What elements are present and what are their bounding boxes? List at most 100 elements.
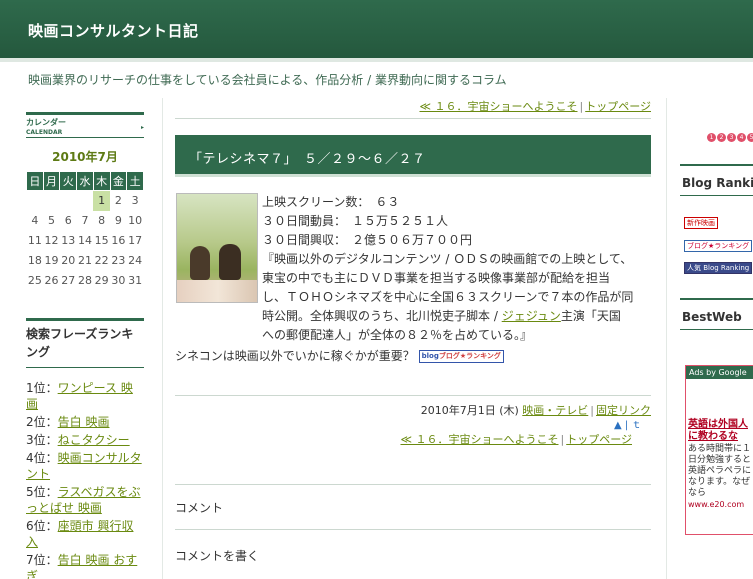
ad-url[interactable]: www.e20.com: [686, 500, 753, 509]
calendar-day[interactable]: 1: [93, 190, 111, 211]
calendar-table: 日月火水木金土 1 2 3 4 5 6 7 8 9 10 11 12 13 14 15 16 17 18 19 20 2…: [26, 171, 144, 291]
calendar-day[interactable]: 20: [60, 251, 77, 271]
ad-body: ある時間帯に１日分勉強すると英語ペラペラになります。なぜなら: [688, 444, 752, 498]
calendar-day[interactable]: 26: [43, 271, 60, 291]
calendar-day[interactable]: 12: [43, 231, 60, 251]
category-link[interactable]: 映画・テレビ: [522, 404, 588, 417]
stat-admissions: ３０日間動員： １５万５２５１人: [262, 214, 449, 228]
calendar-day[interactable]: 7: [77, 211, 94, 231]
calendar-day[interactable]: 9: [110, 211, 127, 231]
calendar-day: [77, 191, 94, 211]
calendar-month: 2010年7月: [52, 150, 118, 164]
calendar-day[interactable]: 6: [60, 211, 77, 231]
calendar-day[interactable]: 30: [110, 271, 127, 291]
calendar-week-row: 4 5 6 7 8 9 10: [27, 211, 144, 231]
nav-separator: |: [579, 100, 584, 113]
number-dot[interactable]: 5: [747, 133, 753, 142]
calendar-day[interactable]: 22: [93, 251, 110, 271]
calendar-day[interactable]: 17: [127, 231, 144, 251]
number-dot[interactable]: 3: [727, 133, 736, 142]
bestweb-heading: BestWeb: [680, 298, 753, 330]
calendar-day[interactable]: 29: [93, 271, 110, 291]
movie-poster-image[interactable]: [176, 193, 258, 303]
calendar-day[interactable]: 28: [77, 271, 94, 291]
calendar-day[interactable]: 13: [60, 231, 77, 251]
calendar-day[interactable]: 18: [27, 251, 44, 271]
body-line: し、ＴＯＨＯシネマズを中心に全国６３スクリーンで７本の作品が同: [262, 290, 634, 304]
calendar-weekday: 木: [92, 171, 111, 191]
calendar-day[interactable]: 23: [110, 251, 127, 271]
entry-nav-top: ≪ １６．宇宙ショーへようこそ | トップページ: [175, 98, 651, 119]
new-movie-badge[interactable]: 新作映画: [684, 217, 718, 229]
calendar-heading: カレンダー CALENDAR ▸: [26, 112, 144, 138]
calendar-day[interactable]: 21: [77, 251, 94, 271]
calendar-day[interactable]: 5: [43, 211, 60, 231]
calendar-week-row: 123: [27, 190, 144, 211]
calendar-day[interactable]: 3: [127, 191, 144, 211]
calendar-day[interactable]: 27: [60, 271, 77, 291]
jejung-link[interactable]: ジェジュン: [502, 309, 561, 323]
search-ranking-list: 1位：ワンピース 映画 2位：告白 映画 3位：ねこタクシー 4位：映画コンサルタント…: [26, 380, 144, 579]
calendar-day[interactable]: 4: [27, 211, 44, 231]
number-dot[interactable]: 4: [737, 133, 746, 142]
nav-separator: |: [560, 433, 565, 446]
ranking-phrase-link[interactable]: ねこタクシー: [58, 433, 130, 447]
ranking-item: 7位：告白 映画 おすぎ: [26, 552, 144, 579]
ranking-item: 6位：座頭市 興行収入: [26, 518, 144, 550]
blog-ranking-badge-right[interactable]: ブログ★ランキング: [684, 240, 753, 252]
body-line-last: への郵便配達人」が全体の８２％を占めている。』: [262, 328, 533, 342]
body-line: 時公開。全体興収のうち、北川悦吏子脚本 /: [262, 309, 502, 323]
ranking-item: 1位：ワンピース 映画: [26, 380, 144, 412]
calendar-widget: カレンダー CALENDAR ▸ 2010年7月 日月火水木金土 1234567…: [26, 112, 144, 291]
ranking-item: 5位：ラスベガスをぶっとばせ 映画: [26, 484, 144, 516]
calendar-day[interactable]: 14: [77, 231, 94, 251]
top-page-link-bottom[interactable]: トップページ: [566, 433, 632, 446]
ranking-item: 2位：告白 映画: [26, 414, 144, 430]
calendar-day[interactable]: 16: [110, 231, 127, 251]
calendar-day[interactable]: 10: [127, 211, 144, 231]
ranking-position: 5位：: [26, 485, 58, 499]
body-line-after-link: 主演「天国: [560, 309, 621, 323]
calendar-heading-ja: カレンダー: [26, 118, 66, 127]
calendar-day[interactable]: 11: [27, 231, 44, 251]
calendar-day[interactable]: 2: [110, 191, 127, 211]
ranking-position: 7位：: [26, 553, 58, 567]
calendar-weekday: 月: [42, 171, 61, 191]
calendar-day: [43, 191, 60, 211]
ad-label[interactable]: Ads by Google: [686, 366, 753, 379]
top-page-link[interactable]: トップページ: [585, 100, 651, 113]
ranking-position: 3位：: [26, 433, 58, 447]
body-line-with-link: 時公開。全体興収のうち、北川悦吏子脚本 / ジェジュン主演「天国: [262, 307, 654, 326]
calendar-day[interactable]: 25: [27, 271, 44, 291]
prev-entry-link-bottom[interactable]: ≪ １６．宇宙ショーへようこそ: [400, 433, 558, 446]
calendar-week-row: 25 26 27 28 29 30 31: [27, 271, 144, 291]
body-line: 東宝の中でも主にＤＶＤ事業を担当する映像事業部が配給を担当: [262, 271, 611, 285]
calendar-day[interactable]: 15: [93, 231, 110, 251]
ad-title[interactable]: 英語は外国人に教わるな: [686, 419, 753, 443]
badge-rank-text: ブログ★ランキング: [438, 352, 501, 360]
entry-tail-text: シネコンは映画以外でいかに稼ぐかが重要？: [175, 349, 415, 363]
popular-blog-ranking-badge[interactable]: 人気 Blog Ranking: [684, 262, 753, 274]
number-dot[interactable]: 1: [707, 133, 716, 142]
ranking-position: 2位：: [26, 415, 58, 429]
blog-title[interactable]: 映画コンサルタント日記: [28, 20, 199, 41]
calendar-weekday: 水: [76, 171, 94, 191]
number-dot[interactable]: 2: [717, 133, 726, 142]
calendar-day[interactable]: 8: [93, 211, 110, 231]
calendar-day[interactable]: 19: [43, 251, 60, 271]
share-icons[interactable]: ▲ | ｔ: [614, 416, 641, 431]
ranking-position: 1位：: [26, 381, 58, 395]
calendar-day[interactable]: 24: [127, 251, 144, 271]
calendar-days: 1 2 3 4 5 6 7 8 9 10 11 12 13 14 15 16 17 18 19 20 21 22 23 24 2…: [27, 190, 144, 291]
calendar-day[interactable]: 31: [127, 271, 144, 291]
google-ad[interactable]: Ads by Google 英語は外国人に教わるな ある時間帯に１日分勉強すると…: [685, 365, 753, 535]
poster-thumbnail-strip: [177, 280, 257, 302]
body-line: 『映画以外のデジタルコンテンツ / ＯＤＳの映画館での上映として、: [262, 252, 633, 266]
ranking-position: 4位：: [26, 451, 58, 465]
calendar-arrow-icon[interactable]: ▸: [141, 124, 144, 131]
prev-entry-link[interactable]: ≪ １６．宇宙ショーへようこそ: [419, 100, 577, 113]
ranking-phrase-link[interactable]: 告白 映画: [58, 415, 110, 429]
center-border-left: [162, 98, 163, 579]
blog-ranking-badge[interactable]: blogブログ★ランキング: [418, 350, 504, 363]
calendar-weekday: 日: [26, 171, 44, 191]
